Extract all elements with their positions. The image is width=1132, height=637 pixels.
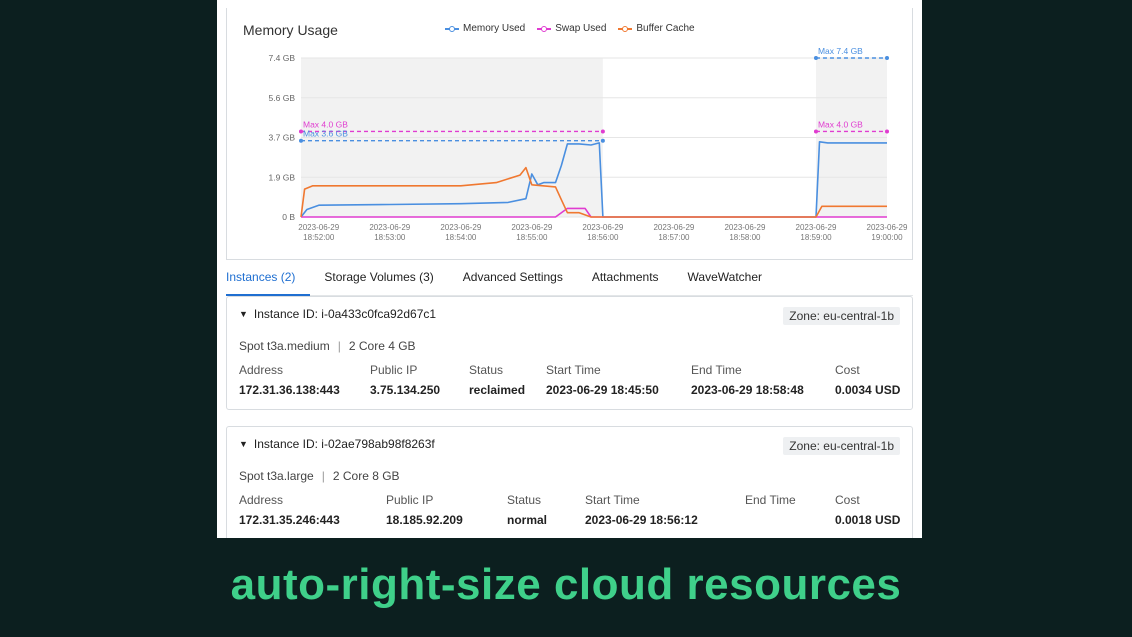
end-time-label: End Time [691, 363, 742, 377]
x-tick-date: 2023-06-29 [369, 223, 410, 232]
instance-card: ▼ Instance ID: i-0a433c0fca92d67c1 Zone:… [226, 296, 913, 410]
x-tick-date: 2023-06-29 [653, 223, 694, 232]
public-ip-value: 3.75.134.250 [370, 383, 441, 397]
app-panel: Memory Usage Memory Used Swap Used Buffe… [217, 0, 922, 538]
public-ip-value: 18.185.92.209 [386, 513, 463, 527]
end-time-column: End Time 2023-06-29 18:58:48 [691, 363, 804, 397]
status-label: Status [469, 363, 504, 377]
tab-wavewatcher[interactable]: WaveWatcher [688, 264, 777, 296]
x-tick-time: 18:59:00 [800, 233, 832, 242]
max-swap-second-dot [813, 129, 818, 134]
spec-separator: | [321, 469, 325, 483]
address-value: 172.31.36.138:443 [239, 383, 340, 397]
memory-usage-chart-card: Memory Usage Memory Used Swap Used Buffe… [226, 8, 913, 260]
cost-label: Cost [835, 363, 860, 377]
x-tick-date: 2023-06-29 [796, 223, 837, 232]
y-tick-label: 1.9 GB [269, 172, 296, 182]
instance-spec: Spot t3a.large | 2 Core 8 GB [239, 469, 400, 483]
instance-header[interactable]: ▼ Instance ID: i-0a433c0fca92d67c1 [239, 307, 436, 321]
end-time-label: End Time [745, 493, 796, 507]
address-value: 172.31.35.246:443 [239, 513, 340, 527]
start-time-label: Start Time [546, 363, 601, 377]
x-tick-time: 18:55:00 [516, 233, 548, 242]
y-tick-label: 5.6 GB [269, 93, 296, 103]
instance-id: Instance ID: i-02ae798ab98f8263f [253, 437, 435, 451]
x-tick-date: 2023-06-29 [298, 223, 339, 232]
start-time-value: 2023-06-29 18:45:50 [546, 383, 659, 397]
public-ip-label: Public IP [370, 363, 418, 377]
tab-storage-volumes[interactable]: Storage Volumes (3) [324, 264, 448, 296]
max-mem-second-dot [885, 56, 889, 60]
instance-id: Instance ID: i-0a433c0fca92d67c1 [253, 307, 437, 321]
x-tick-date: 2023-06-29 [724, 223, 765, 232]
video-caption: auto-right-size cloud resources [230, 560, 902, 609]
cost-value: 0.0034 USD [835, 383, 901, 397]
max-mem-second-label: Max 7.4 GB [818, 46, 863, 56]
cost-value: 0.0018 USD [835, 513, 901, 527]
max-swap-first-dot [600, 129, 605, 134]
spec-separator: | [337, 339, 341, 353]
tab-advanced-settings[interactable]: Advanced Settings [463, 264, 578, 296]
instance-card: ▼ Instance ID: i-02ae798ab98f8263f Zone:… [226, 426, 913, 538]
instance-header[interactable]: ▼ Instance ID: i-02ae798ab98f8263f [239, 437, 435, 451]
x-tick-date: 2023-06-29 [582, 223, 623, 232]
address-column: Address 172.31.36.138:443 [239, 363, 340, 397]
instance-type: Spot t3a.medium [239, 339, 330, 353]
status-value: reclaimed [469, 383, 526, 397]
max-mem-first-dot [299, 138, 303, 143]
zone-badge: Zone: eu-central-1b [783, 437, 900, 455]
public-ip-label: Public IP [386, 493, 434, 507]
start-time-value: 2023-06-29 18:56:12 [585, 513, 698, 527]
end-time-value: 2023-06-29 18:58:48 [691, 383, 804, 397]
x-tick-date: 2023-06-29 [511, 223, 552, 232]
max-mem-first-dot [600, 138, 605, 143]
cost-column: Cost 0.0018 USD [835, 493, 900, 527]
x-tick-time: 18:58:00 [729, 233, 761, 242]
public-ip-column: Public IP 18.185.92.209 [386, 493, 463, 527]
max-mem-second-dot [813, 56, 818, 60]
instance-cores-memory: 2 Core 8 GB [332, 469, 400, 483]
max-swap-second-dot [885, 129, 889, 134]
instance-spec: Spot t3a.medium | 2 Core 4 GB [239, 339, 416, 353]
address-label: Address [239, 363, 284, 377]
detail-tabs: Instances (2) Storage Volumes (3) Advanc… [226, 264, 913, 296]
y-tick-label: 7.4 GB [269, 53, 296, 63]
y-tick-label: 3.7 GB [269, 133, 296, 143]
zone-badge: Zone: eu-central-1b [783, 307, 900, 325]
start-time-label: Start Time [585, 493, 640, 507]
public-ip-column: Public IP 3.75.134.250 [370, 363, 440, 397]
instance-cores-memory: 2 Core 4 GB [348, 339, 416, 353]
x-tick-time: 18:56:00 [587, 233, 619, 242]
tab-attachments[interactable]: Attachments [592, 264, 674, 296]
caret-down-icon[interactable]: ▼ [239, 439, 248, 449]
status-column: Status reclaimed [469, 363, 525, 397]
status-value: normal [507, 513, 548, 527]
x-tick-time: 18:54:00 [445, 233, 477, 242]
memory-usage-plot[interactable]: 7.4 GB5.6 GB3.7 GB1.9 GB0 B2023-06-2918:… [227, 8, 914, 260]
max-mem-first-label: Max 3.6 GB [303, 129, 348, 139]
address-label: Address [239, 493, 284, 507]
x-tick-time: 18:52:00 [303, 233, 335, 242]
y-tick-label: 0 B [282, 212, 295, 222]
x-tick-time: 19:00:00 [871, 233, 903, 242]
x-tick-date: 2023-06-29 [867, 223, 908, 232]
tab-instances[interactable]: Instances (2) [226, 264, 311, 296]
start-time-column: Start Time 2023-06-29 18:56:12 [585, 493, 698, 527]
cost-column: Cost 0.0034 USD [835, 363, 900, 397]
cost-label: Cost [835, 493, 860, 507]
x-tick-date: 2023-06-29 [440, 223, 481, 232]
instance-type: Spot t3a.large [239, 469, 314, 483]
end-time-column: End Time [745, 493, 796, 513]
status-column: Status normal [507, 493, 547, 527]
start-time-column: Start Time 2023-06-29 18:45:50 [546, 363, 659, 397]
x-tick-time: 18:57:00 [658, 233, 690, 242]
max-swap-second-label: Max 4.0 GB [818, 119, 863, 129]
status-label: Status [507, 493, 542, 507]
address-column: Address 172.31.35.246:443 [239, 493, 340, 527]
caret-down-icon[interactable]: ▼ [239, 309, 248, 319]
x-tick-time: 18:53:00 [374, 233, 406, 242]
